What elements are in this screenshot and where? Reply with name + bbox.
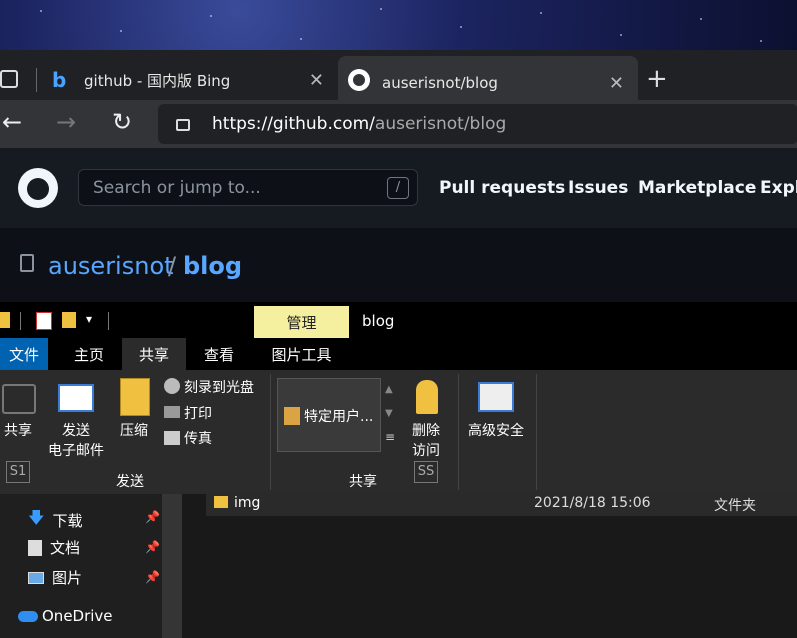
tab-title: github - 国内版 Bing xyxy=(84,71,231,90)
lock-icon xyxy=(176,119,190,131)
cloud-icon xyxy=(18,610,38,622)
burn-button[interactable]: 刻录到光盘 xyxy=(184,378,254,398)
slash-key-icon: / xyxy=(387,177,409,199)
lock-icon xyxy=(416,380,438,414)
tab-share[interactable]: 共享 xyxy=(122,338,186,370)
gallery-up-icon[interactable]: ▲ xyxy=(385,384,393,395)
properties-icon[interactable] xyxy=(36,312,52,330)
specific-user-item[interactable]: 特定用户... xyxy=(304,406,373,426)
nav-item-pictures[interactable]: 图片 xyxy=(28,567,82,588)
manage-context-tab[interactable]: 管理 xyxy=(254,306,349,338)
picture-icon xyxy=(28,571,44,584)
nav-explore[interactable]: Explo xyxy=(760,178,797,198)
forward-icon[interactable]: → xyxy=(56,108,76,136)
tab-view[interactable]: 查看 xyxy=(192,338,246,370)
document-icon xyxy=(28,539,42,556)
nav-issues[interactable]: Issues xyxy=(568,178,628,198)
advanced-security-button[interactable]: 高级安全 xyxy=(462,421,530,441)
close-icon[interactable]: ✕ xyxy=(309,70,324,91)
browser-nav-bar: ← → ↻ https://github.com/auserisnot/blog xyxy=(0,100,797,148)
remove-access-button[interactable]: 删除 访问 xyxy=(404,421,448,461)
file-type: 文件夹 xyxy=(714,498,756,514)
close-icon[interactable]: ✕ xyxy=(609,73,624,94)
tab-title: auserisnot/blog xyxy=(382,74,498,92)
search-input[interactable]: Search or jump to... / xyxy=(78,169,418,206)
tab-home[interactable]: 主页 xyxy=(62,338,116,370)
share-with-gallery[interactable]: 特定用户... xyxy=(277,378,381,452)
nav-item-downloads[interactable]: 🡇 下载 xyxy=(28,507,82,534)
repo-owner-link[interactable]: auserisnot xyxy=(48,252,174,280)
tab-actions-icon[interactable] xyxy=(0,70,18,88)
group-label-share: 共享 xyxy=(349,474,377,490)
repo-separator: / xyxy=(168,252,177,280)
scrollbar[interactable] xyxy=(162,494,182,638)
divider xyxy=(270,374,271,490)
share-button[interactable]: 共享 xyxy=(0,421,36,441)
print-icon xyxy=(164,406,180,418)
customize-toolbar-icon[interactable]: ▾ xyxy=(86,312,92,326)
divider xyxy=(108,312,109,330)
email-icon xyxy=(58,384,94,412)
repo-icon xyxy=(20,254,34,272)
new-folder-icon[interactable] xyxy=(62,312,76,328)
keytip-badge: SS xyxy=(414,461,438,483)
folder-icon xyxy=(214,496,228,508)
file-name: img xyxy=(234,495,261,511)
group-label-send: 发送 xyxy=(116,474,144,490)
fax-button[interactable]: 传真 xyxy=(184,429,212,449)
back-icon[interactable]: ← xyxy=(2,108,22,136)
email-button[interactable]: 发送 电子邮件 xyxy=(40,421,112,461)
nav-pull-requests[interactable]: Pull requests xyxy=(439,178,565,198)
repo-header: auserisnot / blog xyxy=(0,228,797,302)
tab-file[interactable]: 文件 xyxy=(0,338,48,370)
pin-icon[interactable]: 📌 xyxy=(145,510,160,524)
window-title: blog xyxy=(362,312,395,330)
security-icon xyxy=(478,382,514,412)
download-icon: 🡇 xyxy=(28,508,45,527)
folder-icon[interactable] xyxy=(0,312,10,328)
github-logo-icon[interactable] xyxy=(18,168,58,208)
bing-icon: b xyxy=(52,68,67,92)
divider xyxy=(20,312,21,330)
zip-icon xyxy=(120,378,150,416)
disc-icon xyxy=(164,378,180,394)
share-icon xyxy=(2,384,36,414)
keytip-badge: S1 xyxy=(6,461,30,483)
user-icon xyxy=(284,407,300,425)
pin-icon[interactable]: 📌 xyxy=(145,540,160,554)
nav-item-onedrive[interactable]: OneDrive xyxy=(18,607,113,625)
nav-item-documents[interactable]: 文档 xyxy=(28,537,80,558)
table-row[interactable]: img 2021/8/18 15:06 文件夹 xyxy=(206,494,797,516)
fax-icon xyxy=(164,431,180,445)
address-bar[interactable]: https://github.com/auserisnot/blog xyxy=(158,104,797,144)
divider xyxy=(36,68,37,92)
gallery-more-icon[interactable]: ≡ xyxy=(385,430,395,444)
divider xyxy=(536,374,537,490)
divider xyxy=(458,374,459,490)
file-date: 2021/8/18 15:06 xyxy=(534,495,651,511)
refresh-icon[interactable]: ↻ xyxy=(112,108,132,136)
gallery-down-icon[interactable]: ▼ xyxy=(385,408,393,419)
nav-marketplace[interactable]: Marketplace xyxy=(638,178,756,198)
url-text: https://github.com/auserisnot/blog xyxy=(212,114,507,134)
tab-picture-tools[interactable]: 图片工具 xyxy=(254,338,349,370)
tab-bing[interactable]: b github - 国内版 Bing ✕ xyxy=(38,58,338,102)
repo-name-link[interactable]: blog xyxy=(183,252,242,280)
print-button[interactable]: 打印 xyxy=(184,404,212,424)
zip-button[interactable]: 压缩 xyxy=(114,421,154,441)
github-icon xyxy=(348,69,370,91)
file-list: img 2021/8/18 15:06 文件夹 xyxy=(182,494,797,638)
pin-icon[interactable]: 📌 xyxy=(145,570,160,584)
github-header: Search or jump to... / Pull requests Iss… xyxy=(0,148,797,228)
new-tab-icon[interactable]: + xyxy=(646,64,668,94)
desktop-wallpaper xyxy=(0,0,797,50)
